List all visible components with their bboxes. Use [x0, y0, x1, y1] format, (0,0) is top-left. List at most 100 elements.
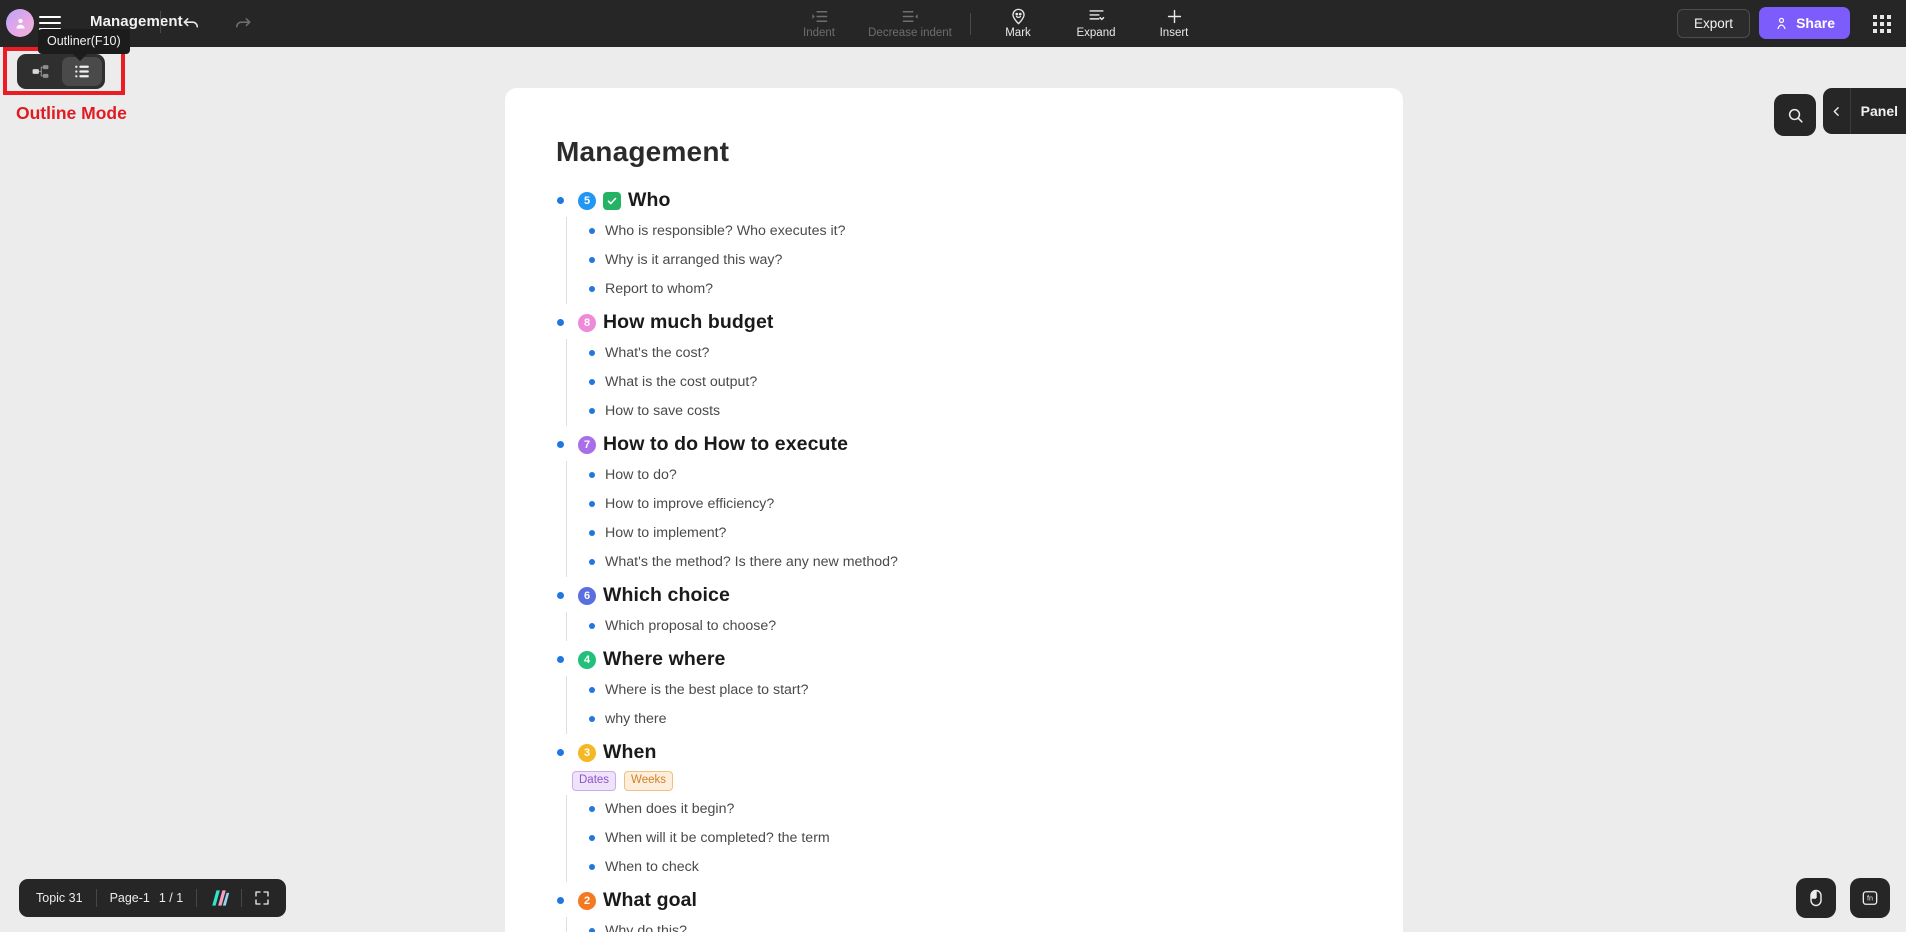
apps-grid-icon[interactable]	[1870, 12, 1894, 36]
child-text[interactable]: When does it begin?	[605, 801, 734, 817]
outline-topic-header[interactable]: 8 How much budget	[554, 306, 1355, 339]
outline-topic-header[interactable]: 4 Where where	[554, 643, 1355, 676]
topic-title[interactable]: Where where	[603, 648, 725, 671]
child-text[interactable]: How to implement?	[605, 525, 726, 541]
topic-title[interactable]: How to do How to execute	[603, 433, 848, 456]
topic-priority-badge[interactable]: 4	[578, 650, 596, 669]
center-tool-group: Indent Decrease indent Mark Expand Inser…	[780, 0, 1213, 47]
child-text[interactable]: Where is the best place to start?	[605, 682, 808, 698]
outline-child-item[interactable]: Why do this?	[589, 917, 1355, 932]
topic-tag[interactable]: Dates	[572, 771, 617, 791]
outline-mode-button[interactable]	[62, 57, 102, 86]
outline-child-item[interactable]: When does it begin?	[589, 795, 1355, 824]
outline-topic-header[interactable]: 5 Who	[554, 184, 1355, 217]
fullscreen-icon	[255, 891, 269, 905]
mark-button[interactable]: Mark	[979, 0, 1057, 47]
topic-priority-badge[interactable]: 2	[578, 891, 596, 910]
status-bar: Topic 31 Page-1 1 / 1	[19, 879, 287, 917]
user-avatar[interactable]	[6, 9, 34, 37]
topic-priority-badge[interactable]: 5	[578, 191, 596, 210]
insert-button[interactable]: Insert	[1135, 0, 1213, 47]
fn-key-button[interactable]: fn	[1850, 878, 1890, 918]
outline-child-item[interactable]: Which proposal to choose?	[589, 612, 1355, 641]
expand-button[interactable]: Expand	[1057, 0, 1135, 47]
outline-topic-header[interactable]: 6 Which choice	[554, 579, 1355, 612]
child-text[interactable]: How to do?	[605, 467, 677, 483]
panel-toggle[interactable]: Panel	[1822, 88, 1906, 134]
child-text[interactable]: How to improve efficiency?	[605, 496, 774, 512]
page-indicator[interactable]: Page-1 1 / 1	[97, 891, 197, 905]
outline-child-item[interactable]: Report to whom?	[589, 275, 1355, 304]
outline-child-item[interactable]: What is the cost output?	[589, 368, 1355, 397]
outline-child-item[interactable]: How to save costs	[589, 397, 1355, 426]
child-text[interactable]: How to save costs	[605, 403, 720, 419]
person-share-icon	[1777, 17, 1786, 29]
share-button[interactable]: Share	[1759, 7, 1850, 39]
page-title: Management	[556, 136, 730, 167]
outline-child-item[interactable]: Where is the best place to start?	[589, 676, 1355, 705]
topic-bullet-icon	[557, 749, 564, 756]
topic-priority-badge[interactable]: 6	[578, 586, 596, 605]
indent-button[interactable]: Indent	[780, 0, 858, 47]
indent-icon	[811, 11, 827, 22]
undo-button[interactable]	[178, 10, 204, 36]
topic-priority-badge[interactable]: 7	[578, 435, 596, 454]
topic-children: Which proposal to choose?	[566, 612, 1355, 641]
child-bullet-icon	[589, 835, 595, 841]
outline-child-item[interactable]: What's the cost?	[589, 339, 1355, 368]
topic-checkbox-done[interactable]	[603, 191, 621, 210]
topic-title[interactable]: How much budget	[603, 311, 774, 334]
undo-arrow-icon	[183, 18, 199, 28]
outline-child-item[interactable]: When to check	[589, 853, 1355, 882]
outline-child-item[interactable]: Why is it arranged this way?	[589, 246, 1355, 275]
child-text[interactable]: When to check	[605, 859, 699, 875]
mouse-mode-button[interactable]	[1796, 878, 1836, 918]
child-text[interactable]: Which proposal to choose?	[605, 618, 776, 634]
svg-text:fn: fn	[1867, 895, 1873, 903]
plus-insert-icon	[1167, 9, 1181, 24]
topic-title[interactable]: Which choice	[603, 584, 730, 607]
bottom-right-controls: fn	[1796, 878, 1890, 918]
outline-child-item[interactable]: What's the method? Is there any new meth…	[589, 548, 1355, 577]
child-text[interactable]: why there	[605, 711, 667, 727]
topic-title[interactable]: What goal	[603, 889, 697, 912]
outline-topic-header[interactable]: 2 What goal	[554, 884, 1355, 917]
child-text[interactable]: Who is responsible? Who executes it?	[605, 223, 846, 239]
outline-topic-header[interactable]: 7 How to do How to execute	[554, 428, 1355, 461]
child-text[interactable]: Why is it arranged this way?	[605, 252, 782, 268]
topic-title[interactable]: When	[603, 741, 656, 764]
decrease-indent-button[interactable]: Decrease indent	[858, 0, 962, 47]
topic-tag[interactable]: Weeks	[624, 771, 673, 791]
fullscreen-button[interactable]	[242, 890, 282, 906]
chevron-left-icon	[1833, 106, 1839, 116]
search-button[interactable]	[1774, 94, 1816, 136]
child-text[interactable]: Report to whom?	[605, 281, 713, 297]
insert-label: Insert	[1159, 27, 1189, 39]
child-bullet-icon	[589, 530, 595, 536]
redo-button[interactable]	[230, 10, 256, 36]
child-text[interactable]: When will it be completed? the term	[605, 830, 830, 846]
mindmap-mode-button[interactable]	[20, 57, 60, 86]
child-bullet-icon	[589, 408, 595, 414]
brand-logo[interactable]	[197, 889, 241, 907]
topic-title[interactable]: Who	[628, 189, 671, 212]
outline-list-icon	[74, 65, 89, 78]
child-text[interactable]: What is the cost output?	[605, 374, 757, 390]
outline-topic-header[interactable]: 3 When	[554, 736, 1355, 769]
outline-child-item[interactable]: Who is responsible? Who executes it?	[589, 217, 1355, 246]
child-bullet-icon	[589, 379, 595, 385]
topic-priority-badge[interactable]: 8	[578, 313, 596, 332]
export-button[interactable]: Export	[1676, 9, 1750, 38]
topic-children: Why do this?What do I need to prepare?	[566, 917, 1355, 932]
outline-child-item[interactable]: How to implement?	[589, 519, 1355, 548]
child-text[interactable]: Why do this?	[605, 923, 687, 932]
child-bullet-icon	[589, 501, 595, 507]
topic-priority-badge[interactable]: 3	[578, 743, 596, 762]
child-text[interactable]: What's the method? Is there any new meth…	[605, 554, 898, 570]
child-text[interactable]: What's the cost?	[605, 345, 709, 361]
outline-child-item[interactable]: why there	[589, 705, 1355, 734]
outline-child-item[interactable]: How to improve efficiency?	[589, 490, 1355, 519]
panel-collapse-arrow[interactable]	[1823, 88, 1851, 134]
outline-child-item[interactable]: How to do?	[589, 461, 1355, 490]
outline-child-item[interactable]: When will it be completed? the term	[589, 824, 1355, 853]
